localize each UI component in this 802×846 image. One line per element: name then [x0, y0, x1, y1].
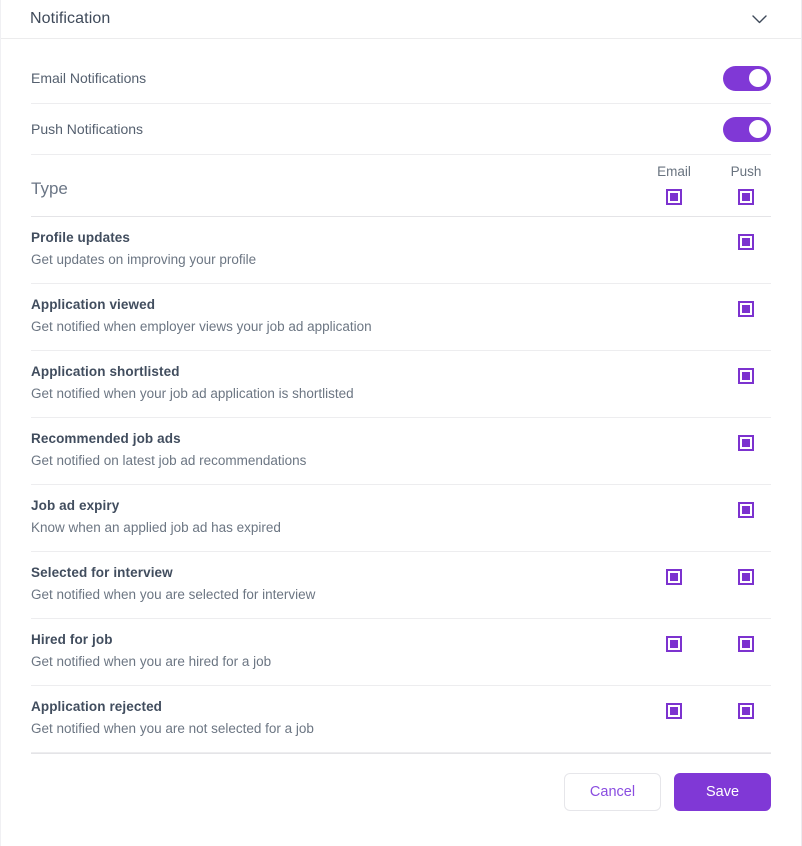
cancel-button[interactable]: Cancel	[564, 773, 661, 811]
chevron-down-icon[interactable]	[748, 8, 770, 30]
notification-settings-card: Notification Email Notifications Push No…	[0, 0, 802, 846]
email-cell	[644, 300, 704, 318]
column-header-push-label: Push	[730, 164, 762, 179]
select-all-push-checkbox[interactable]	[738, 188, 754, 205]
row-title: Application viewed	[31, 297, 156, 312]
table-row: Profile updates Get updates on improving …	[31, 217, 771, 284]
form-actions: Cancel Save	[31, 753, 771, 811]
email-cell	[644, 501, 704, 519]
save-button[interactable]: Save	[674, 773, 771, 811]
push-notifications-toggle[interactable]	[723, 116, 771, 142]
table-row: Hired for job Get notified when you are h…	[31, 619, 771, 686]
table-row: Application shortlisted Get notified when…	[31, 351, 771, 418]
row-title: Application shortlisted	[31, 364, 180, 379]
push-checkbox[interactable]	[738, 300, 754, 317]
push-checkbox[interactable]	[738, 434, 754, 451]
push-cell	[716, 233, 776, 251]
page-title: Notification	[30, 10, 111, 27]
select-all-email-checkbox[interactable]	[666, 188, 682, 205]
row-description: Get notified when you are not selected f…	[31, 721, 314, 736]
push-cell	[716, 501, 776, 519]
email-cell	[644, 568, 704, 586]
push-notifications-label: Push Notifications	[31, 121, 144, 137]
push-cell	[716, 635, 776, 653]
table-header-row: Type Email Push	[31, 155, 771, 217]
row-title: Profile updates	[31, 230, 131, 245]
row-text: Recommended job ads Get notified on lates…	[31, 431, 306, 468]
email-cell	[644, 233, 704, 251]
push-checkbox[interactable]	[738, 568, 754, 585]
column-header-push: Push	[716, 164, 776, 206]
row-title: Selected for interview	[31, 565, 173, 580]
table-row: Job ad expiry Know when an applied job ad…	[31, 485, 771, 552]
table-row: Recommended job ads Get notified on lates…	[31, 418, 771, 485]
row-text: Job ad expiry Know when an applied job ad…	[31, 498, 281, 535]
row-title: Recommended job ads	[31, 431, 181, 446]
email-cell	[644, 702, 704, 720]
row-description: Get notified when your job ad applicatio…	[31, 386, 354, 401]
row-text: Profile updates Get updates on improving …	[31, 230, 256, 267]
table-row: Selected for interview Get notified when …	[31, 552, 771, 619]
row-text: Selected for interview Get notified when …	[31, 565, 315, 602]
push-checkbox[interactable]	[738, 501, 754, 518]
email-cell	[644, 635, 704, 653]
email-checkbox[interactable]	[666, 568, 682, 585]
email-notifications-label: Email Notifications	[31, 70, 147, 86]
toggle-knob	[749, 120, 767, 138]
row-text: Application viewed Get notified when empl…	[31, 297, 372, 334]
column-header-email-label: Email	[657, 164, 691, 179]
column-header-type: Type	[31, 179, 68, 198]
email-cell	[644, 367, 704, 385]
push-checkbox[interactable]	[738, 702, 754, 719]
row-description: Get notified when you are hired for a jo…	[31, 654, 272, 669]
row-description: Get notified on latest job ad recommenda…	[31, 453, 307, 468]
row-text: Application rejected Get notified when yo…	[31, 699, 314, 736]
email-cell	[644, 434, 704, 452]
row-description: Get notified when employer views your jo…	[31, 319, 372, 334]
email-checkbox[interactable]	[666, 635, 682, 652]
row-title: Hired for job	[31, 632, 113, 647]
email-notifications-row: Email Notifications	[31, 53, 771, 104]
table-row: Application rejected Get notified when yo…	[31, 686, 771, 753]
push-notifications-row: Push Notifications	[31, 104, 771, 155]
push-cell	[716, 300, 776, 318]
email-checkbox[interactable]	[666, 702, 682, 719]
push-checkbox[interactable]	[738, 233, 754, 250]
push-checkbox[interactable]	[738, 635, 754, 652]
table-body: Profile updates Get updates on improving …	[31, 217, 771, 753]
row-description: Know when an applied job ad has expired	[31, 520, 281, 535]
row-text: Hired for job Get notified when you are h…	[31, 632, 271, 669]
push-cell	[716, 568, 776, 586]
push-cell	[716, 702, 776, 720]
row-title: Application rejected	[31, 699, 163, 714]
push-cell	[716, 434, 776, 452]
table-row: Application viewed Get notified when empl…	[31, 284, 771, 351]
accordion-header[interactable]: Notification	[1, 0, 801, 39]
email-notifications-toggle[interactable]	[723, 65, 771, 91]
row-description: Get updates on improving your profile	[31, 252, 257, 267]
notification-types-table: Type Email Push Profile updates Get updat…	[31, 155, 771, 753]
row-title: Job ad expiry	[31, 498, 120, 513]
push-checkbox[interactable]	[738, 367, 754, 384]
row-text: Application shortlisted Get notified when…	[31, 364, 354, 401]
column-header-email: Email	[644, 164, 704, 206]
toggle-knob	[749, 69, 767, 87]
push-cell	[716, 367, 776, 385]
row-description: Get notified when you are selected for i…	[31, 587, 316, 602]
